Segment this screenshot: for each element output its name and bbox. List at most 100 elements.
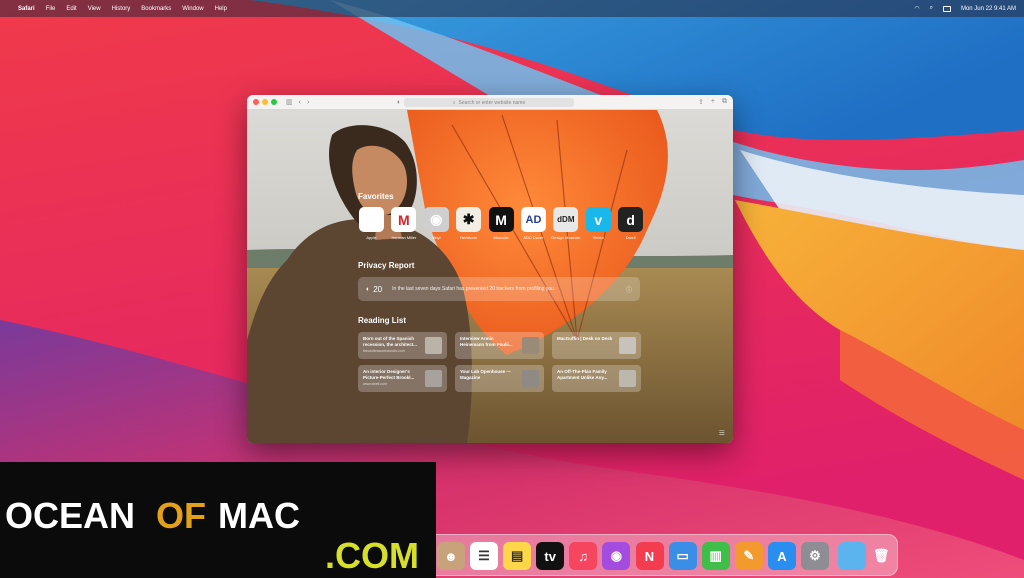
podcasts-icon[interactable]: ◉ [602, 542, 631, 570]
customize-start-page-icon[interactable]: ☰ [719, 429, 725, 437]
downloads-folder-icon[interactable] [838, 542, 867, 570]
close-window-button[interactable] [253, 99, 259, 105]
reading-list-thumbnail [522, 337, 539, 354]
forward-chevron-icon[interactable]: › [307, 99, 309, 106]
trash-icon[interactable]: 🗑 [867, 542, 895, 570]
app-menu-safari[interactable]: Safari [18, 6, 35, 12]
keynote-icon[interactable]: ▭ [668, 542, 697, 570]
reading-list-thumbnail [425, 337, 442, 354]
minimize-window-button[interactable] [262, 99, 268, 105]
reading-list-title: An interior Designer's Picture-Perfect B… [363, 369, 415, 380]
menu-edit[interactable]: Edit [66, 6, 76, 12]
reading-list-title: Born out of the Spanish recession, the a… [363, 336, 418, 347]
favorite-item[interactable]: dDM Design Museum [551, 207, 580, 240]
tab-overview-icon[interactable]: ⧉ [722, 98, 727, 106]
reading-list-thumbnail [522, 370, 539, 387]
vinyl-record-icon: ◉ [423, 207, 449, 232]
news-icon[interactable]: N [635, 542, 664, 570]
reading-list-title: MacGuffin | Desk on Desk [557, 336, 613, 341]
herman-miller-logo-icon: M [391, 207, 417, 232]
sidebar-toggle-icon[interactable]: ▥ [286, 99, 293, 106]
favorites-heading: Favorites [358, 192, 394, 201]
ad-logo-icon: AD [520, 207, 546, 232]
search-icon: ⌕ [452, 99, 456, 106]
address-search-field[interactable]: ⌕ Search or enter website name [404, 98, 574, 107]
privacy-report-heading: Privacy Report [358, 261, 415, 270]
asterisk-logo-icon: ✱ [456, 207, 482, 232]
privacy-shield-icon[interactable]: ◐ [397, 99, 401, 106]
wifi-icon[interactable]: ◠ [914, 5, 919, 12]
menu-clock[interactable]: Mon Jun 22 9:41 AM [961, 6, 1016, 12]
watermark-suffix: .COM [325, 535, 419, 576]
favorite-label: Herman Miller [391, 235, 417, 240]
safari-window: ▥ ‹ › ◐ ⌕ Search or enter website name ⇪… [247, 95, 733, 443]
favorite-item[interactable]: ◉ Vinyl [423, 207, 450, 240]
reading-list-item[interactable]: Born out of the Spanish recession, the a… [358, 332, 447, 359]
reading-list-title: Your Lab Openhouse — Magazine [460, 369, 511, 380]
notes-icon[interactable]: ▤ [503, 542, 532, 570]
favorites-grid: Apple M Herman Miller ◉ Vinyl ✱ Herbivore M Mono… [358, 207, 650, 240]
numbers-icon[interactable]: ▥ [701, 542, 730, 570]
toolbar-actions: ⇪ + ⧉ [691, 98, 727, 106]
reading-list-title: An Off-The-Plan Family Apartment Unlike … [557, 369, 608, 380]
reading-list-grid: Born out of the Spanish recession, the a… [358, 332, 642, 392]
favorite-item[interactable]: d Dwell [617, 207, 644, 240]
reminders-icon[interactable]: ☰ [470, 542, 498, 570]
new-tab-plus-icon[interactable]: + [711, 98, 715, 106]
menu-help[interactable]: Help [215, 6, 227, 12]
reading-list-heading: Reading List [358, 316, 407, 325]
favorite-item[interactable]: M Herman Miller [390, 207, 417, 240]
shield-icon: ◐ [366, 285, 371, 293]
apple-tv-icon[interactable]: tv [536, 542, 565, 570]
design-museum-logo-icon: dDM [553, 207, 579, 232]
menu-bar-extras: ◠ ⌕ Mon Jun 22 9:41 AM [904, 5, 1016, 12]
reading-list-thumbnail [619, 337, 636, 354]
reading-list-item[interactable]: An interior Designer's Picture-Perfect B… [358, 365, 447, 392]
favorite-label: Design Museum [551, 235, 581, 240]
favorite-label: Monocle [493, 235, 509, 240]
menu-view[interactable]: View [88, 6, 101, 12]
watermark-word-ocean: OCEAN [5, 495, 135, 536]
favorite-item[interactable]: Apple [358, 207, 385, 240]
menu-window[interactable]: Window [182, 6, 203, 12]
apple-logo-icon [359, 207, 384, 232]
favorite-item[interactable]: v Vimeo [585, 207, 612, 240]
favorite-label: ADC Dover [523, 235, 544, 240]
tracker-count: 20 [373, 284, 383, 294]
favorite-item[interactable]: ✱ Herbivore [455, 207, 482, 240]
menu-history[interactable]: History [112, 6, 131, 12]
reading-list-title: Interview Armin Heinemann from Paulii... [460, 336, 513, 347]
control-center-icon[interactable] [942, 5, 951, 12]
pages-icon[interactable]: ✎ [734, 542, 763, 570]
reading-list-thumbnail [619, 370, 636, 387]
watermark-word-of: OF [156, 495, 206, 536]
reading-list-item[interactable]: MacGuffin | Desk on Desk [552, 332, 641, 359]
menu-file[interactable]: File [46, 6, 56, 12]
menu-bar: Safari File Edit View History Bookmarks … [0, 0, 1024, 17]
favorite-label: Vimeo [592, 235, 604, 240]
zoom-window-button[interactable] [271, 99, 277, 105]
back-chevron-icon[interactable]: ‹ [299, 99, 301, 106]
share-icon[interactable]: ⇪ [698, 98, 704, 106]
privacy-report-card[interactable]: ◐ 20 In the last seven days Safari has p… [358, 277, 640, 301]
watermark-art: OCEAN OF MAC .COM [5, 495, 419, 576]
search-spotlight-icon[interactable]: ⌕ [930, 5, 933, 12]
reading-list-item[interactable]: Interview Armin Heinemann from Paulii... [455, 332, 544, 359]
info-icon[interactable]: ⓘ [626, 285, 632, 294]
favorite-label: Herbivore [460, 235, 478, 240]
favorite-label: Vinyl [431, 235, 441, 240]
system-preferences-icon[interactable]: ⚙ [801, 542, 829, 570]
app-store-icon[interactable]: A [767, 542, 796, 570]
vimeo-logo-icon: v [585, 207, 611, 232]
privacy-report-message: In the last seven days Safari has preven… [392, 286, 556, 292]
safari-toolbar: ▥ ‹ › ◐ ⌕ Search or enter website name ⇪… [247, 95, 733, 110]
dwell-logo-icon: d [618, 207, 644, 232]
reading-list-item[interactable]: Your Lab Openhouse — Magazine [455, 365, 544, 392]
reading-list-item[interactable]: An Off-The-Plan Family Apartment Unlike … [552, 365, 641, 392]
menu-bookmarks[interactable]: Bookmarks [141, 6, 171, 12]
contacts-icon[interactable]: ☻ [436, 542, 465, 570]
favorite-item[interactable]: AD ADC Dover [520, 207, 547, 240]
address-placeholder: Search or enter website name [458, 99, 526, 106]
favorite-item[interactable]: M Monocle [488, 207, 515, 240]
music-icon[interactable]: ♫ [569, 542, 598, 570]
